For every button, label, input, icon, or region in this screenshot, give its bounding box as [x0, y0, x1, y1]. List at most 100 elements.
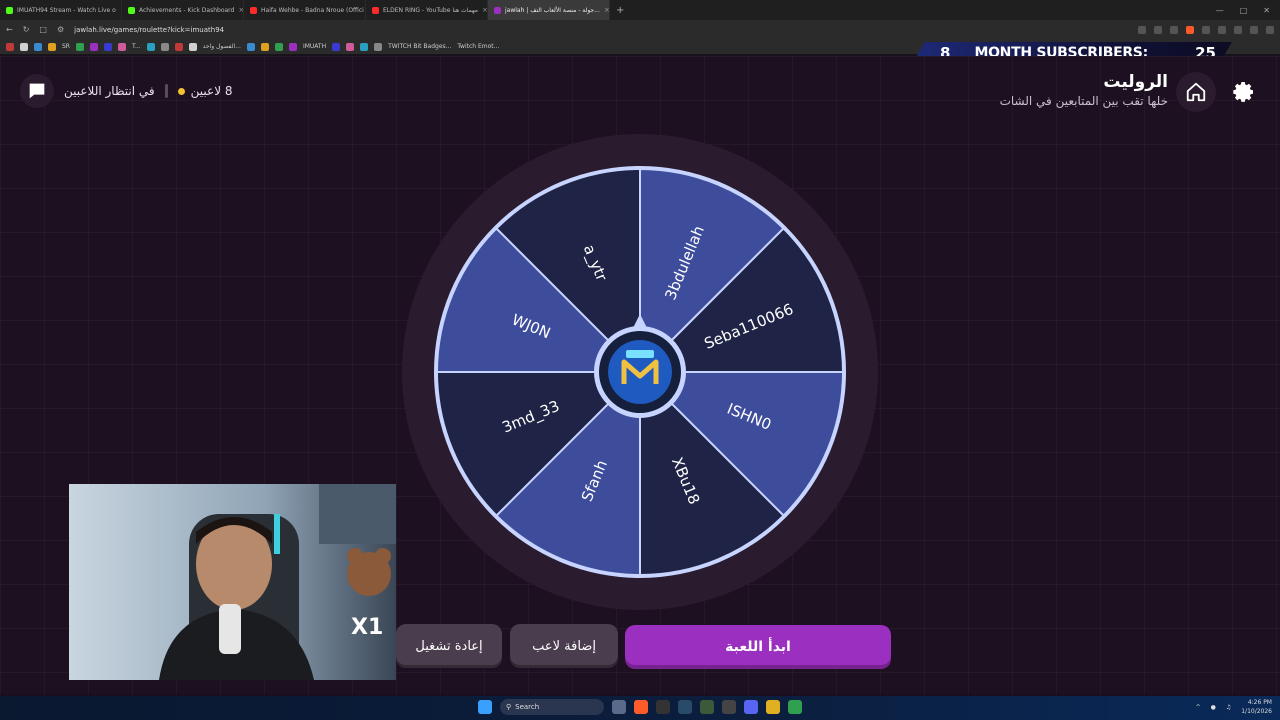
bookmark-label[interactable]: TWITCH Bit Badges...	[388, 43, 451, 50]
tray-chevron-icon[interactable]: ^	[1196, 704, 1201, 711]
extension-icon[interactable]	[1202, 25, 1210, 34]
bookmark-favicon-icon[interactable]	[246, 42, 255, 51]
gear-icon	[1233, 82, 1253, 102]
discord-icon[interactable]	[744, 700, 758, 714]
multiplier-badge: X1	[351, 615, 383, 640]
bookmark-favicon-icon[interactable]	[360, 42, 369, 51]
brave-browser-icon[interactable]	[634, 700, 648, 714]
bookmark-favicon-icon[interactable]	[188, 42, 197, 51]
hub-logo-icon	[608, 340, 672, 404]
hub-logo-bar	[626, 350, 654, 358]
volume-icon[interactable]: ♫	[1226, 704, 1231, 711]
app-icon[interactable]	[722, 700, 736, 714]
bookmark-favicon-icon[interactable]	[260, 42, 269, 51]
chrome-icon[interactable]	[766, 700, 780, 714]
close-tab-icon[interactable]: ×	[482, 6, 487, 14]
bookmark-favicon-icon[interactable]	[374, 42, 383, 51]
address-bar: ← ↻ □ ⚙ jawlah.live/games/roulette?kick=…	[0, 20, 1280, 39]
bookmark-label[interactable]: Twitch Emot...	[457, 43, 499, 50]
bookmark-favicon-icon[interactable]	[346, 42, 355, 51]
close-window-icon[interactable]: ✕	[1263, 6, 1270, 15]
bookmark-label[interactable]: الفصول واحد...	[203, 43, 241, 50]
bookmark-favicon-icon[interactable]	[75, 42, 84, 51]
search-icon: ⚲	[506, 703, 512, 711]
roulette-page: الروليت خلها تقب بين المتابعين في الشات …	[0, 56, 1280, 694]
browser-tab[interactable]: Achievements - Kick Dashboard ×	[122, 0, 244, 20]
bookmark-label[interactable]: SR	[62, 43, 70, 50]
bookmark-favicon-icon[interactable]	[20, 42, 28, 51]
tab-favicon-icon	[6, 6, 13, 14]
bookmark-favicon-icon[interactable]	[174, 42, 183, 51]
player-status: في انتظار اللاعبين 8 لاعبين	[20, 74, 233, 108]
windows-start-icon[interactable]	[478, 700, 492, 714]
tab-favicon-icon	[250, 6, 257, 14]
browser-tab[interactable]: IMUATH94 Stream - Watch Live o×	[0, 0, 122, 20]
extension-icons	[1138, 25, 1274, 34]
waiting-status: في انتظار اللاعبين	[64, 84, 155, 98]
bookmark-label[interactable]: IMUATH	[303, 43, 326, 50]
steam-icon[interactable]	[678, 700, 692, 714]
search-placeholder: Search	[515, 703, 540, 711]
brave-shield-icon[interactable]	[1186, 25, 1194, 34]
status-divider	[164, 84, 168, 98]
taskbar-search[interactable]: ⚲ Search	[500, 699, 604, 715]
tab-label: IMUATH94 Stream - Watch Live o	[17, 6, 116, 14]
bookmark-favicon-icon[interactable]	[48, 42, 56, 51]
bookmark-favicon-icon[interactable]	[288, 42, 297, 51]
xbox-icon[interactable]	[700, 700, 714, 714]
site-logo[interactable]	[20, 74, 54, 108]
menu-icon[interactable]	[1266, 25, 1274, 34]
minimize-icon[interactable]: —	[1216, 6, 1224, 15]
bookmark-page-icon[interactable]: □	[39, 25, 47, 34]
reload-icon[interactable]: ↻	[23, 25, 30, 34]
player-count: 8 لاعبين	[177, 84, 233, 98]
site-info-icon[interactable]: ⚙	[57, 25, 64, 34]
back-icon[interactable]: ←	[6, 25, 13, 34]
bookmark-favicon-icon[interactable]	[160, 42, 169, 51]
sidebar-icon[interactable]	[1234, 25, 1242, 34]
webcam-overlay: X1	[69, 484, 396, 680]
bookmark-favicon-icon[interactable]	[274, 42, 283, 51]
tab-label: Haifa Wehbe - Badna Nrouе (Offici	[261, 6, 364, 14]
maximize-icon[interactable]: □	[1240, 6, 1248, 15]
tab-label: Achievements - Kick Dashboard	[139, 6, 235, 14]
obs-icon[interactable]	[656, 700, 670, 714]
task-view-icon[interactable]	[612, 700, 626, 714]
settings-button[interactable]	[1224, 72, 1264, 112]
extension-icon[interactable]	[1218, 25, 1226, 34]
bookmark-favicon-icon[interactable]	[34, 42, 42, 51]
roulette-wheel[interactable]: 3bdulellah Seba110066 ISHN0 XBu18 Sfanh 3md_3…	[400, 132, 880, 612]
wallet-icon[interactable]	[1250, 25, 1258, 34]
taskbar-apps: ⚲ Search	[478, 699, 802, 715]
bookmark-favicon-icon[interactable]	[6, 42, 14, 51]
close-tab-icon[interactable]: ×	[604, 6, 609, 14]
system-clock[interactable]: 4:26 PM 1/10/2026	[1241, 698, 1272, 716]
browser-tab[interactable]: Haifa Wehbe - Badna Nrouе (Offici×	[244, 0, 366, 20]
bookmark-label[interactable]: T...	[132, 43, 141, 50]
browser-tab-bar: IMUATH94 Stream - Watch Live o×Achieveme…	[0, 0, 1280, 20]
zoom-icon[interactable]	[1138, 25, 1146, 34]
new-tab-button[interactable]: +	[616, 5, 624, 16]
star-icon[interactable]	[1170, 25, 1178, 34]
home-button[interactable]	[1176, 72, 1216, 112]
bookmark-favicon-icon[interactable]	[89, 42, 98, 51]
tab-favicon-icon	[372, 6, 379, 14]
player-count-label: 8 لاعبين	[190, 84, 233, 98]
add-player-button[interactable]: إضافة لاعب	[510, 624, 618, 668]
window-controls: — □ ✕	[1216, 6, 1280, 15]
bookmark-favicon-icon[interactable]	[332, 42, 341, 51]
wheel-svg: 3bdulellahSeba110066ISHN0XBu18Sfanh3md_3…	[402, 134, 878, 610]
browser-tab[interactable]: jawlah | جولة - منصة الألعاب التف... ×	[488, 0, 610, 20]
chrome-icon[interactable]	[788, 700, 802, 714]
share-icon[interactable]	[1154, 25, 1162, 34]
bookmark-favicon-icon[interactable]	[117, 42, 126, 51]
tab-label: jawlah | جولة - منصة الألعاب التف...	[505, 6, 600, 14]
reset-button[interactable]: إعادة تشغيل	[396, 624, 502, 668]
bookmark-favicon-icon[interactable]	[146, 42, 155, 51]
wifi-icon[interactable]: ●	[1211, 704, 1216, 711]
browser-tab[interactable]: ELDEN RING - YouTube مهمات هنا ×	[366, 0, 488, 20]
start-game-button[interactable]: ابدأ اللعبة	[625, 625, 891, 669]
url-field[interactable]: jawlah.live/games/roulette?kick=imuath94	[74, 26, 1128, 34]
bookmark-favicon-icon[interactable]	[103, 42, 112, 51]
online-dot-icon	[177, 87, 185, 95]
